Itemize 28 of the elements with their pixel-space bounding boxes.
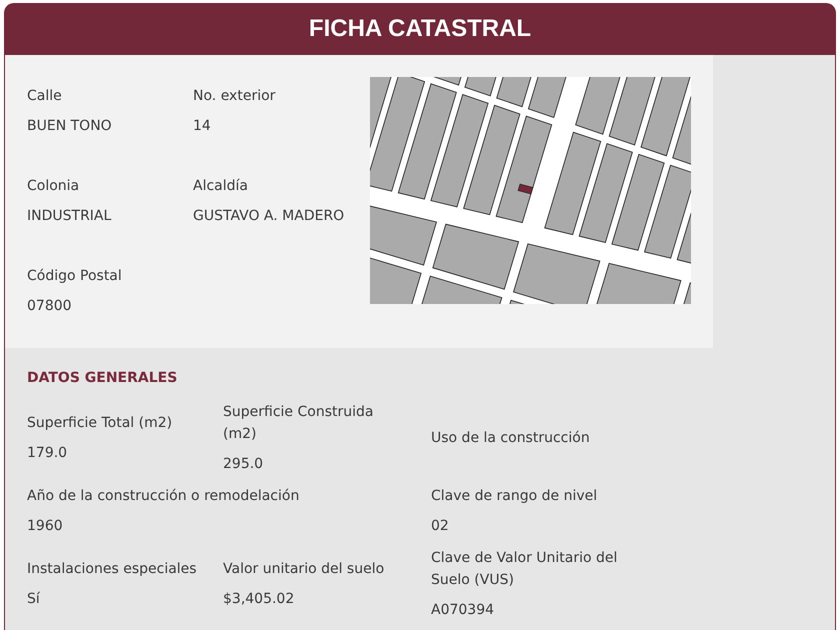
field-value: INDUSTRIAL [27,207,112,226]
field-value: GUSTAVO A. MADERO [193,207,346,226]
highlighted-parcel [518,184,534,194]
field-label: Alcaldía [193,177,249,196]
field-value: 07800 [27,297,73,316]
field-value: Sí [27,590,41,609]
field-value: A070394 [431,601,496,620]
field-label: Clave de Valor Unitario del Suelo (VUS) [431,549,618,590]
field-label: Año de la construcción o remodelación [27,487,300,506]
field-value: 1960 [27,517,64,536]
field-value: $3,405.02 [223,590,296,609]
field-label: Instalaciones especiales [27,560,198,579]
field-label: Colonia [27,177,80,196]
page-title: FICHA CATASTRAL [308,14,532,44]
field-label: Calle [27,87,63,106]
field-value: 295.0 [223,455,264,474]
field-label: No. exterior [193,87,276,106]
field-label: Valor unitario del suelo [223,560,386,579]
field-label: Código Postal [27,267,123,286]
section-title: DATOS GENERALES [27,369,178,388]
field-label: Superficie Construida (m2) [223,403,374,444]
field-value: 179.0 [27,444,68,463]
field-value: 02 [431,517,450,536]
field-label: Uso de la construcción [431,429,591,448]
field-label: Clave de rango de nivel [431,487,598,506]
field-label: Superficie Total (m2) [27,414,174,433]
field-value: 14 [193,117,212,136]
field-value: BUEN TONO [27,117,113,136]
